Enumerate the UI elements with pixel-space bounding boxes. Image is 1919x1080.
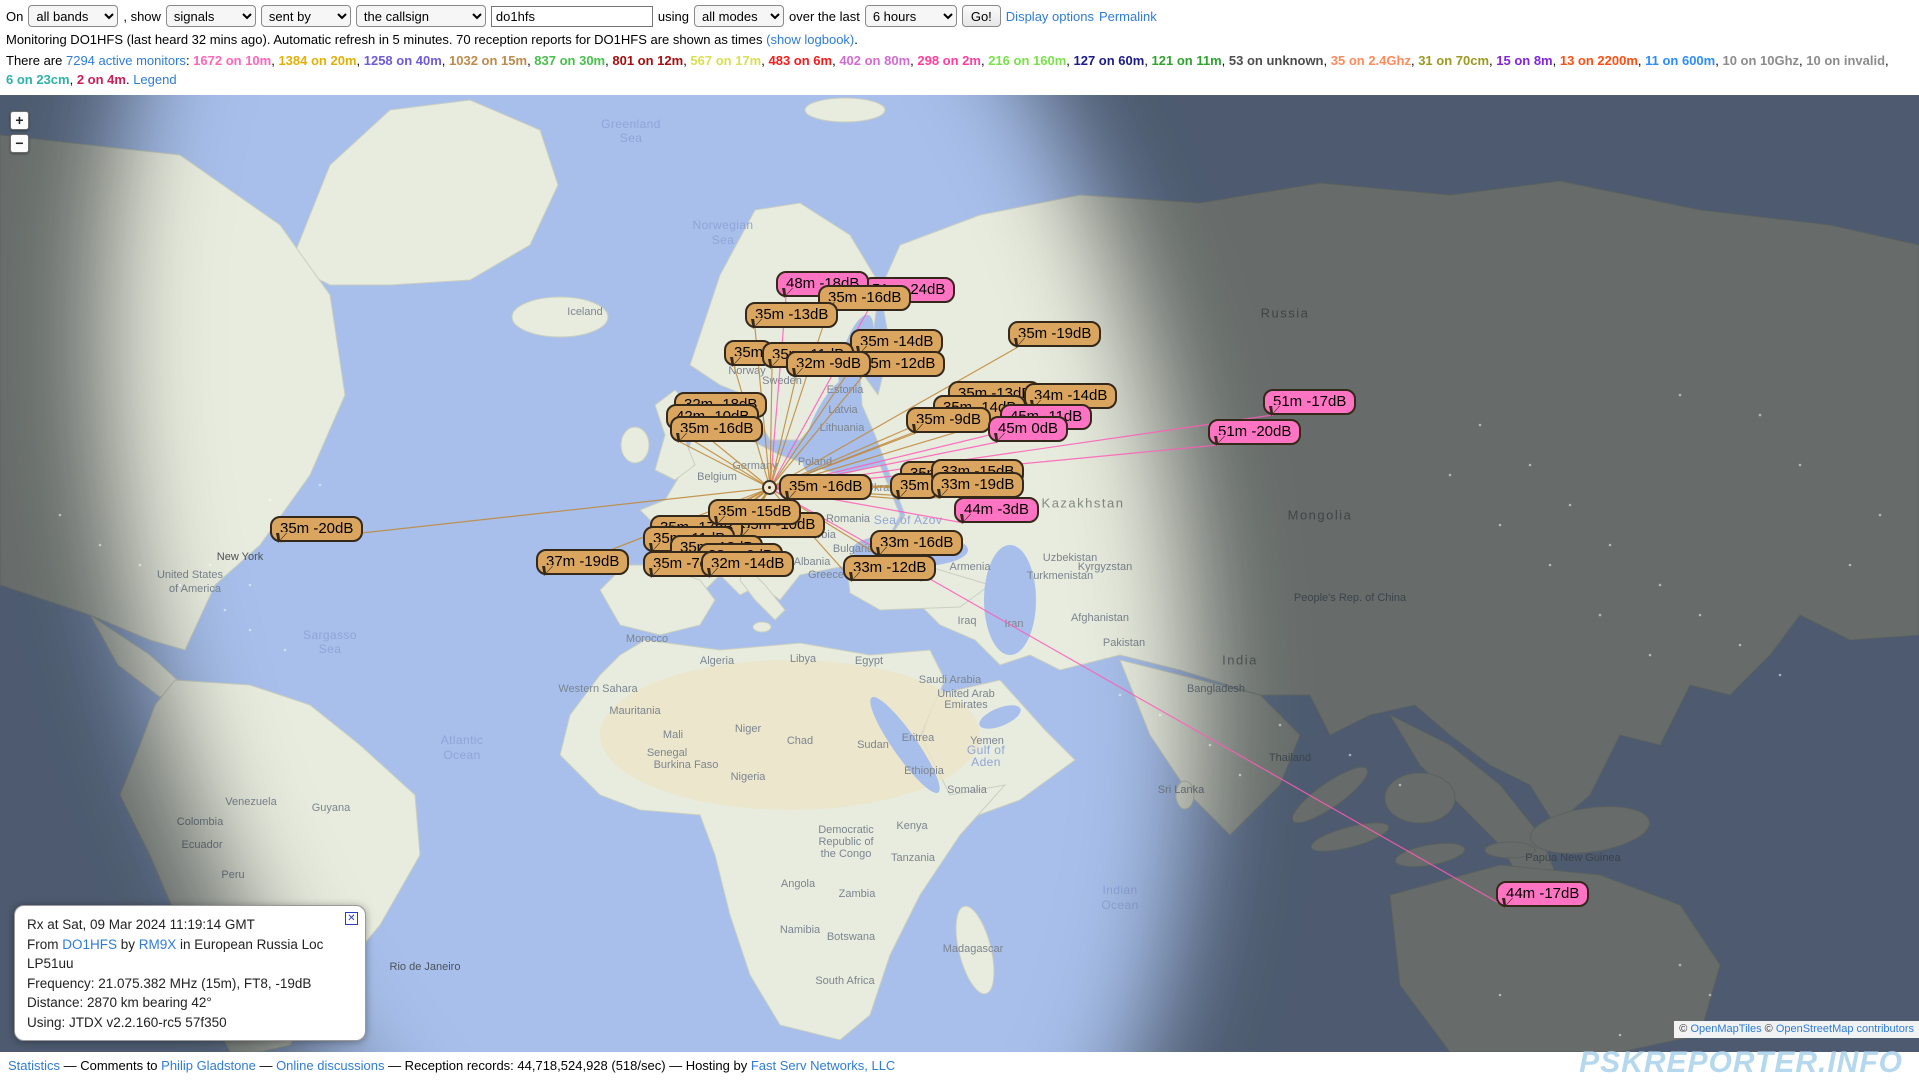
popup-rx-time: Rx at Sat, 09 Mar 2024 11:19:14 GMT — [27, 915, 353, 935]
close-icon[interactable]: ✕ — [345, 912, 358, 925]
on-label: On — [6, 9, 23, 24]
zoom-in-button[interactable]: + — [10, 111, 29, 130]
footer-text-segment: — Comments to — [60, 1058, 161, 1073]
reception-balloon[interactable]: 35m -19dB — [1008, 321, 1101, 347]
footer-text-segment: — — [256, 1058, 276, 1073]
band-select[interactable]: all bands — [28, 5, 118, 27]
band-count: 1384 on 20m — [278, 53, 356, 68]
reception-report-popup: ✕ Rx at Sat, 09 Mar 2024 11:19:14 GMT Fr… — [14, 905, 366, 1041]
reception-balloon[interactable]: 33m -19dB — [931, 472, 1024, 498]
active-monitors-line: There are 7294 active monitors: 1672 on … — [0, 47, 1919, 89]
band-count: 10 on 10Ghz — [1722, 53, 1799, 68]
rx-callsign-link[interactable]: RM9X — [139, 937, 177, 952]
reception-balloon[interactable]: 33m -16dB — [870, 530, 963, 556]
attribution-link[interactable]: OpenStreetMap contributors — [1776, 1023, 1914, 1035]
reception-balloon[interactable]: 45m 0dB — [988, 416, 1068, 442]
top-toolbar: On all bands , show signals sent by the … — [0, 0, 1919, 95]
popup-software: Using: JTDX v2.2.160-rc5 57f350 — [27, 1013, 353, 1033]
reception-balloon[interactable]: 44m -3dB — [954, 497, 1039, 523]
band-count: 801 on 12m — [612, 53, 683, 68]
popup-from-mid: by — [117, 937, 139, 952]
watermark: PSKREPORTER.INFO — [1579, 1046, 1903, 1080]
band-count: 11 on 600m — [1645, 53, 1715, 68]
footer-link[interactable]: Online discussions — [276, 1058, 384, 1073]
band-count: 127 on 60m — [1073, 53, 1144, 68]
reception-balloon[interactable]: 51m -17dB — [1263, 389, 1356, 415]
band-count: 15 on 8m — [1496, 53, 1552, 68]
band-count: 31 on 70cm — [1418, 53, 1489, 68]
legend-link[interactable]: Legend — [133, 72, 176, 87]
reception-balloon[interactable]: 51m -20dB — [1208, 419, 1301, 445]
reception-balloon[interactable]: 37m -19dB — [536, 549, 629, 575]
band-count: 13 on 2200m — [1560, 53, 1638, 68]
reception-balloon[interactable]: 35m -13dB — [745, 302, 838, 328]
query-bar: On all bands , show signals sent by the … — [0, 0, 1919, 29]
reception-balloon[interactable]: 35m -20dB — [270, 516, 363, 542]
footer-link[interactable]: Fast Serv Networks, LLC — [751, 1058, 896, 1073]
permalink-link[interactable]: Permalink — [1099, 9, 1157, 24]
monitors-line2: 6 on 23cm, 2 on 4m. Legend — [6, 72, 177, 87]
band-count: 1672 on 10m — [193, 53, 271, 68]
display-options-link[interactable]: Display options — [1006, 9, 1094, 24]
popup-frequency: Frequency: 21.075.382 MHz (15m), FT8, -1… — [27, 974, 353, 994]
footer-link[interactable]: Philip Gladstone — [161, 1058, 256, 1073]
band-count: 837 on 30m — [534, 53, 605, 68]
attribution-link[interactable]: OpenMapTiles — [1690, 1023, 1761, 1035]
reception-balloon[interactable]: 35m -16dB — [670, 416, 763, 442]
map-zoom-controls: + − — [10, 111, 29, 157]
reception-balloon[interactable]: 32m -14dB — [701, 551, 794, 577]
monitors-line: There are 7294 active monitors: 1672 on … — [6, 53, 1889, 68]
band-count: 121 on 11m — [1152, 53, 1222, 68]
go-button[interactable]: Go! — [962, 5, 1001, 27]
reception-balloon[interactable]: 35m -9dB — [906, 407, 991, 433]
footer-text-segment: — Reception records: 44,718,524,928 (518… — [384, 1058, 750, 1073]
sentby-select[interactable]: sent by — [261, 5, 351, 27]
signals-select[interactable]: signals — [166, 5, 256, 27]
band-count: 35 on 2.4Ghz — [1331, 53, 1411, 68]
active-monitors-link[interactable]: 7294 active monitors — [66, 53, 186, 68]
band-count: 216 on 160m — [988, 53, 1066, 68]
band-count: 1258 on 40m — [364, 53, 442, 68]
band-count: 53 on unknown — [1229, 53, 1324, 68]
world-map[interactable]: GreenlandSeaNorwegianSeaSargassoSeaAtlan… — [0, 95, 1919, 1052]
band-count: 298 on 2m — [917, 53, 981, 68]
popup-from-line: From DO1HFS by RM9X in European Russia L… — [27, 935, 353, 974]
callsign-mode-select[interactable]: the callsign — [356, 5, 486, 27]
tx-callsign-link[interactable]: DO1HFS — [62, 937, 117, 952]
zoom-out-button[interactable]: − — [10, 134, 29, 153]
transmitter-marker[interactable] — [762, 480, 777, 495]
band-count: 402 on 80m — [839, 53, 910, 68]
show-label: , show — [123, 9, 161, 24]
band-count: 10 on invalid — [1806, 53, 1885, 68]
show-logbook-link[interactable]: (show logbook) — [766, 32, 854, 47]
band-count: 567 on 17m — [690, 53, 761, 68]
popup-distance: Distance: 2870 km bearing 42° — [27, 993, 353, 1013]
overlast-label: over the last — [789, 9, 860, 24]
modes-select[interactable]: all modes — [694, 5, 784, 27]
reception-balloon[interactable]: 44m -17dB — [1496, 881, 1589, 907]
callsign-input[interactable] — [491, 6, 653, 27]
using-label: using — [658, 9, 689, 24]
reception-balloon[interactable]: 33m -12dB — [843, 555, 936, 581]
reception-balloon[interactable]: 35m -16dB — [779, 474, 872, 500]
status-text-end: . — [854, 32, 858, 47]
band-count: 6 on 23cm — [6, 72, 70, 87]
band-count: 1032 on 15m — [449, 53, 527, 68]
popup-from-pre: From — [27, 937, 62, 952]
band-count: 2 on 4m — [77, 72, 126, 87]
period-select[interactable]: 6 hours — [865, 5, 957, 27]
status-text: Monitoring DO1HFS (last heard 32 mins ag… — [6, 32, 766, 47]
reception-balloon[interactable]: 32m -9dB — [786, 351, 871, 377]
monitoring-status: Monitoring DO1HFS (last heard 32 mins ag… — [0, 29, 1919, 47]
footer-link[interactable]: Statistics — [8, 1058, 60, 1073]
map-attribution: © OpenMapTiles © OpenStreetMap contribut… — [1674, 1021, 1919, 1038]
band-count: 483 on 6m — [768, 53, 832, 68]
reception-balloon[interactable]: 35m -15dB — [708, 499, 801, 525]
